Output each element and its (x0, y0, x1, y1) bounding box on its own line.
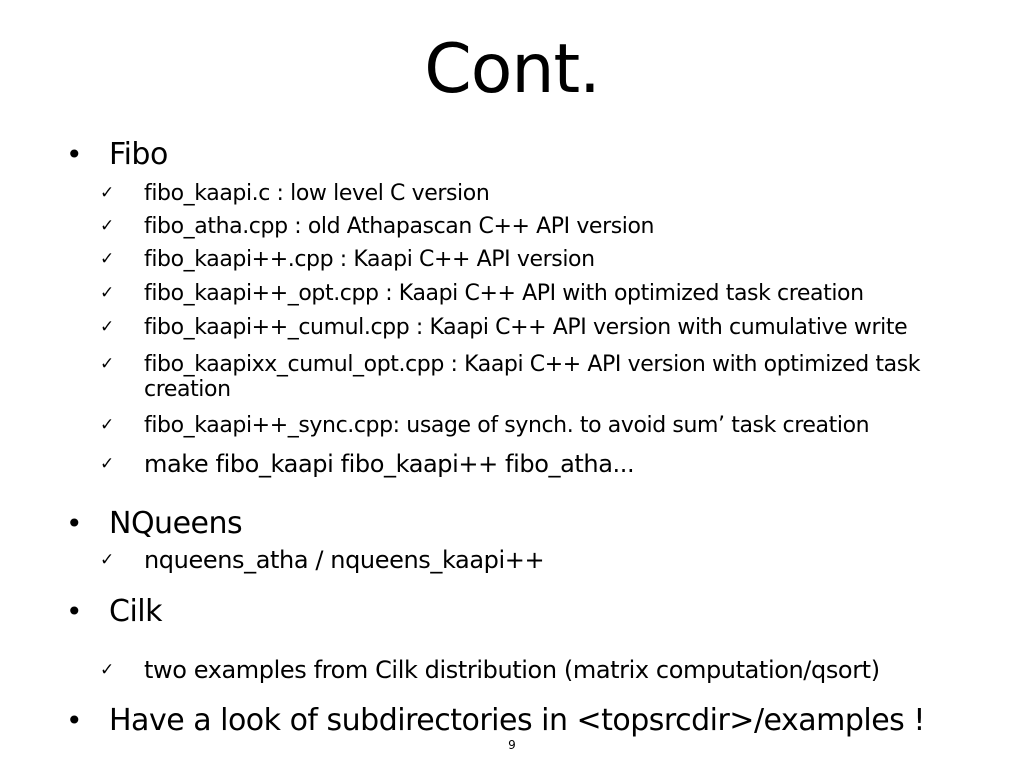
check-icon: ✓ (100, 550, 115, 570)
bullet-label: Cilk (109, 594, 163, 629)
list-item-text: nqueens_atha / nqueens_kaapi++ (144, 546, 545, 574)
check-icon: ✓ (100, 415, 115, 435)
bullet-label: Fibo (109, 137, 168, 172)
bullet-dot-icon: • (66, 507, 83, 540)
check-icon: ✓ (100, 183, 115, 203)
list-item-text: fibo_kaapi++_cumul.cpp : Kaapi C++ API v… (144, 315, 908, 340)
check-icon: ✓ (100, 317, 115, 337)
check-icon: ✓ (100, 216, 115, 236)
list-item-text: fibo_kaapi.c : low level C version (144, 181, 490, 206)
page-number: 9 (508, 738, 516, 752)
list-item-text: fibo_atha.cpp : old Athapascan C++ API v… (144, 214, 655, 239)
check-icon: ✓ (100, 283, 115, 303)
slide: Cont. • Fibo ✓ fibo_kaapi.c : low level … (0, 0, 1024, 768)
list-item-text: fibo_kaapi++_sync.cpp: usage of synch. t… (144, 413, 870, 438)
check-icon: ✓ (100, 660, 115, 680)
bullet-dot-icon: • (66, 595, 83, 628)
check-icon: ✓ (100, 249, 115, 269)
check-icon: ✓ (100, 354, 115, 374)
list-item-text: fibo_kaapi++_opt.cpp : Kaapi C++ API wit… (144, 281, 864, 306)
bullet-label: Have a look of subdirectories in <topsrc… (109, 703, 925, 738)
slide-title: Cont. (424, 30, 600, 109)
list-item-text: fibo_kaapi++.cpp : Kaapi C++ API version (144, 247, 595, 272)
list-item-text: fibo_kaapixx_cumul_opt.cpp : Kaapi C++ A… (144, 352, 921, 377)
bullet-label: NQueens (109, 506, 243, 541)
bullet-dot-icon: • (66, 138, 83, 171)
list-item-text: two examples from Cilk distribution (mat… (144, 656, 880, 684)
bullet-dot-icon: • (66, 704, 83, 737)
list-item-text: creation (144, 377, 231, 402)
check-icon: ✓ (100, 454, 115, 474)
list-item-text: make fibo_kaapi fibo_kaapi++ fibo_atha..… (144, 450, 635, 478)
